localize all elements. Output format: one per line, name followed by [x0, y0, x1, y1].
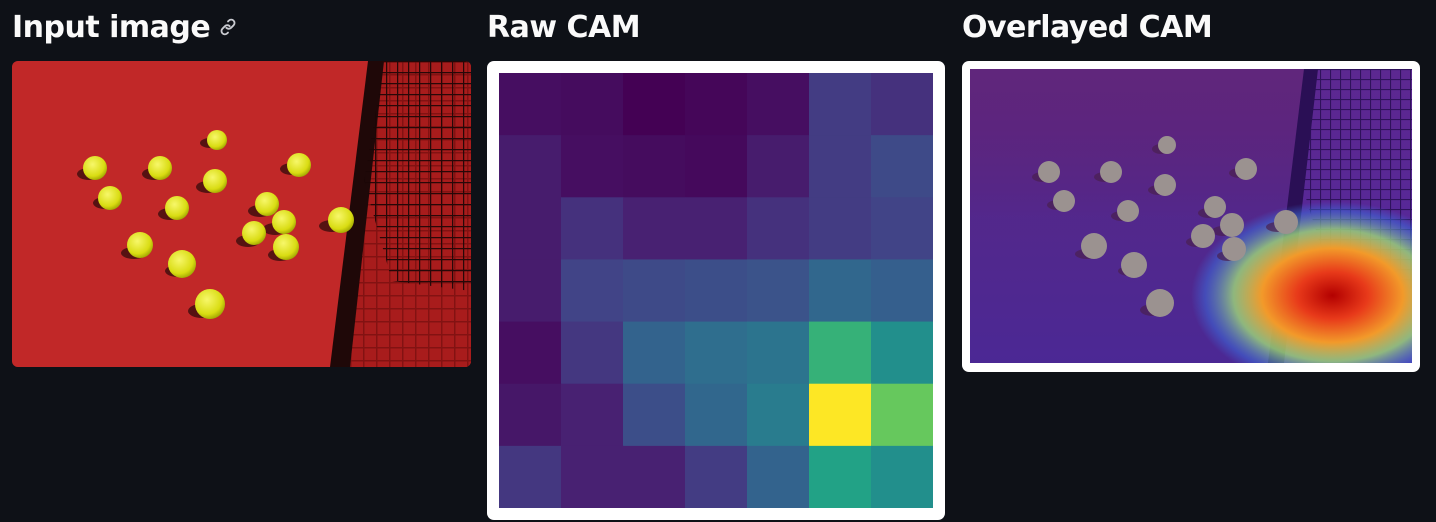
raw-cam-heading: Raw CAM — [487, 0, 945, 52]
overlay-cam-image — [970, 69, 1412, 363]
cam-cell-r2-c0 — [499, 197, 562, 260]
cam-cell-r2-c3 — [685, 197, 748, 260]
cam-cell-r0-c1 — [561, 73, 624, 136]
cam-cell-r0-c3 — [685, 73, 748, 136]
cam-cell-r1-c6 — [871, 135, 933, 198]
cam-cell-r4-c5 — [809, 321, 872, 385]
cam-cell-r4-c4 — [747, 321, 810, 385]
cam-cell-r2-c6 — [871, 197, 933, 260]
cam-cell-r0-c4 — [747, 73, 810, 136]
overlay-cam-column: Overlayed CAM — [962, 0, 1420, 372]
cam-cell-r0-c6 — [871, 73, 933, 136]
cam-cell-r6-c2 — [623, 445, 686, 508]
cam-cell-r3-c2 — [623, 259, 686, 323]
raw-cam-column: Raw CAM — [487, 0, 945, 520]
link-icon[interactable] — [218, 17, 238, 37]
raw-cam-frame — [487, 61, 945, 520]
cam-cell-r3-c4 — [747, 259, 810, 323]
overlay-cam-frame — [962, 61, 1420, 372]
cam-cell-r3-c6 — [871, 259, 933, 323]
input-image-title: Input image — [12, 9, 211, 45]
cam-cell-r1-c5 — [809, 135, 872, 198]
cam-cell-r1-c1 — [561, 135, 624, 198]
overlay-cam-title: Overlayed CAM — [962, 9, 1213, 45]
cam-cell-r6-c6 — [871, 445, 933, 508]
cam-cell-r0-c5 — [809, 73, 872, 136]
cam-cell-r2-c2 — [623, 197, 686, 260]
cam-cell-r4-c6 — [871, 321, 933, 385]
raw-cam-title: Raw CAM — [487, 9, 641, 45]
cam-cell-r0-c0 — [499, 73, 562, 136]
cam-cell-r6-c1 — [561, 445, 624, 508]
cam-cell-r1-c4 — [747, 135, 810, 198]
cam-cell-r5-c2 — [623, 383, 686, 447]
cam-cell-r6-c3 — [685, 445, 748, 508]
cam-cell-r1-c2 — [623, 135, 686, 198]
cam-cell-r4-c1 — [561, 321, 624, 385]
cam-cell-r5-c3 — [685, 383, 748, 447]
cam-cell-r1-c0 — [499, 135, 562, 198]
cam-cell-r2-c4 — [747, 197, 810, 260]
cam-cell-r6-c0 — [499, 445, 562, 508]
cam-cell-r1-c3 — [685, 135, 748, 198]
cam-cell-r5-c4 — [747, 383, 810, 447]
cam-cell-r4-c0 — [499, 321, 562, 385]
cam-cell-r5-c6 — [871, 383, 933, 447]
input-image-column: Input image — [12, 0, 472, 367]
overlay-cam-heading: Overlayed CAM — [962, 0, 1420, 52]
cam-cell-r6-c5 — [809, 445, 872, 508]
input-image-heading: Input image — [12, 0, 472, 52]
cam-cell-r4-c2 — [623, 321, 686, 385]
cam-cell-r3-c5 — [809, 259, 872, 323]
cam-cell-r5-c5 — [809, 383, 872, 447]
cam-cell-r5-c1 — [561, 383, 624, 447]
input-image — [12, 61, 471, 367]
cam-cell-r5-c0 — [499, 383, 562, 447]
cam-cell-r4-c3 — [685, 321, 748, 385]
cam-cell-r0-c2 — [623, 73, 686, 136]
cam-cell-r2-c1 — [561, 197, 624, 260]
cam-cell-r3-c0 — [499, 259, 562, 323]
raw-cam-heatmap — [499, 73, 933, 508]
cam-cell-r6-c4 — [747, 445, 810, 508]
cam-cell-r3-c3 — [685, 259, 748, 323]
cam-cell-r3-c1 — [561, 259, 624, 323]
cam-cell-r2-c5 — [809, 197, 872, 260]
